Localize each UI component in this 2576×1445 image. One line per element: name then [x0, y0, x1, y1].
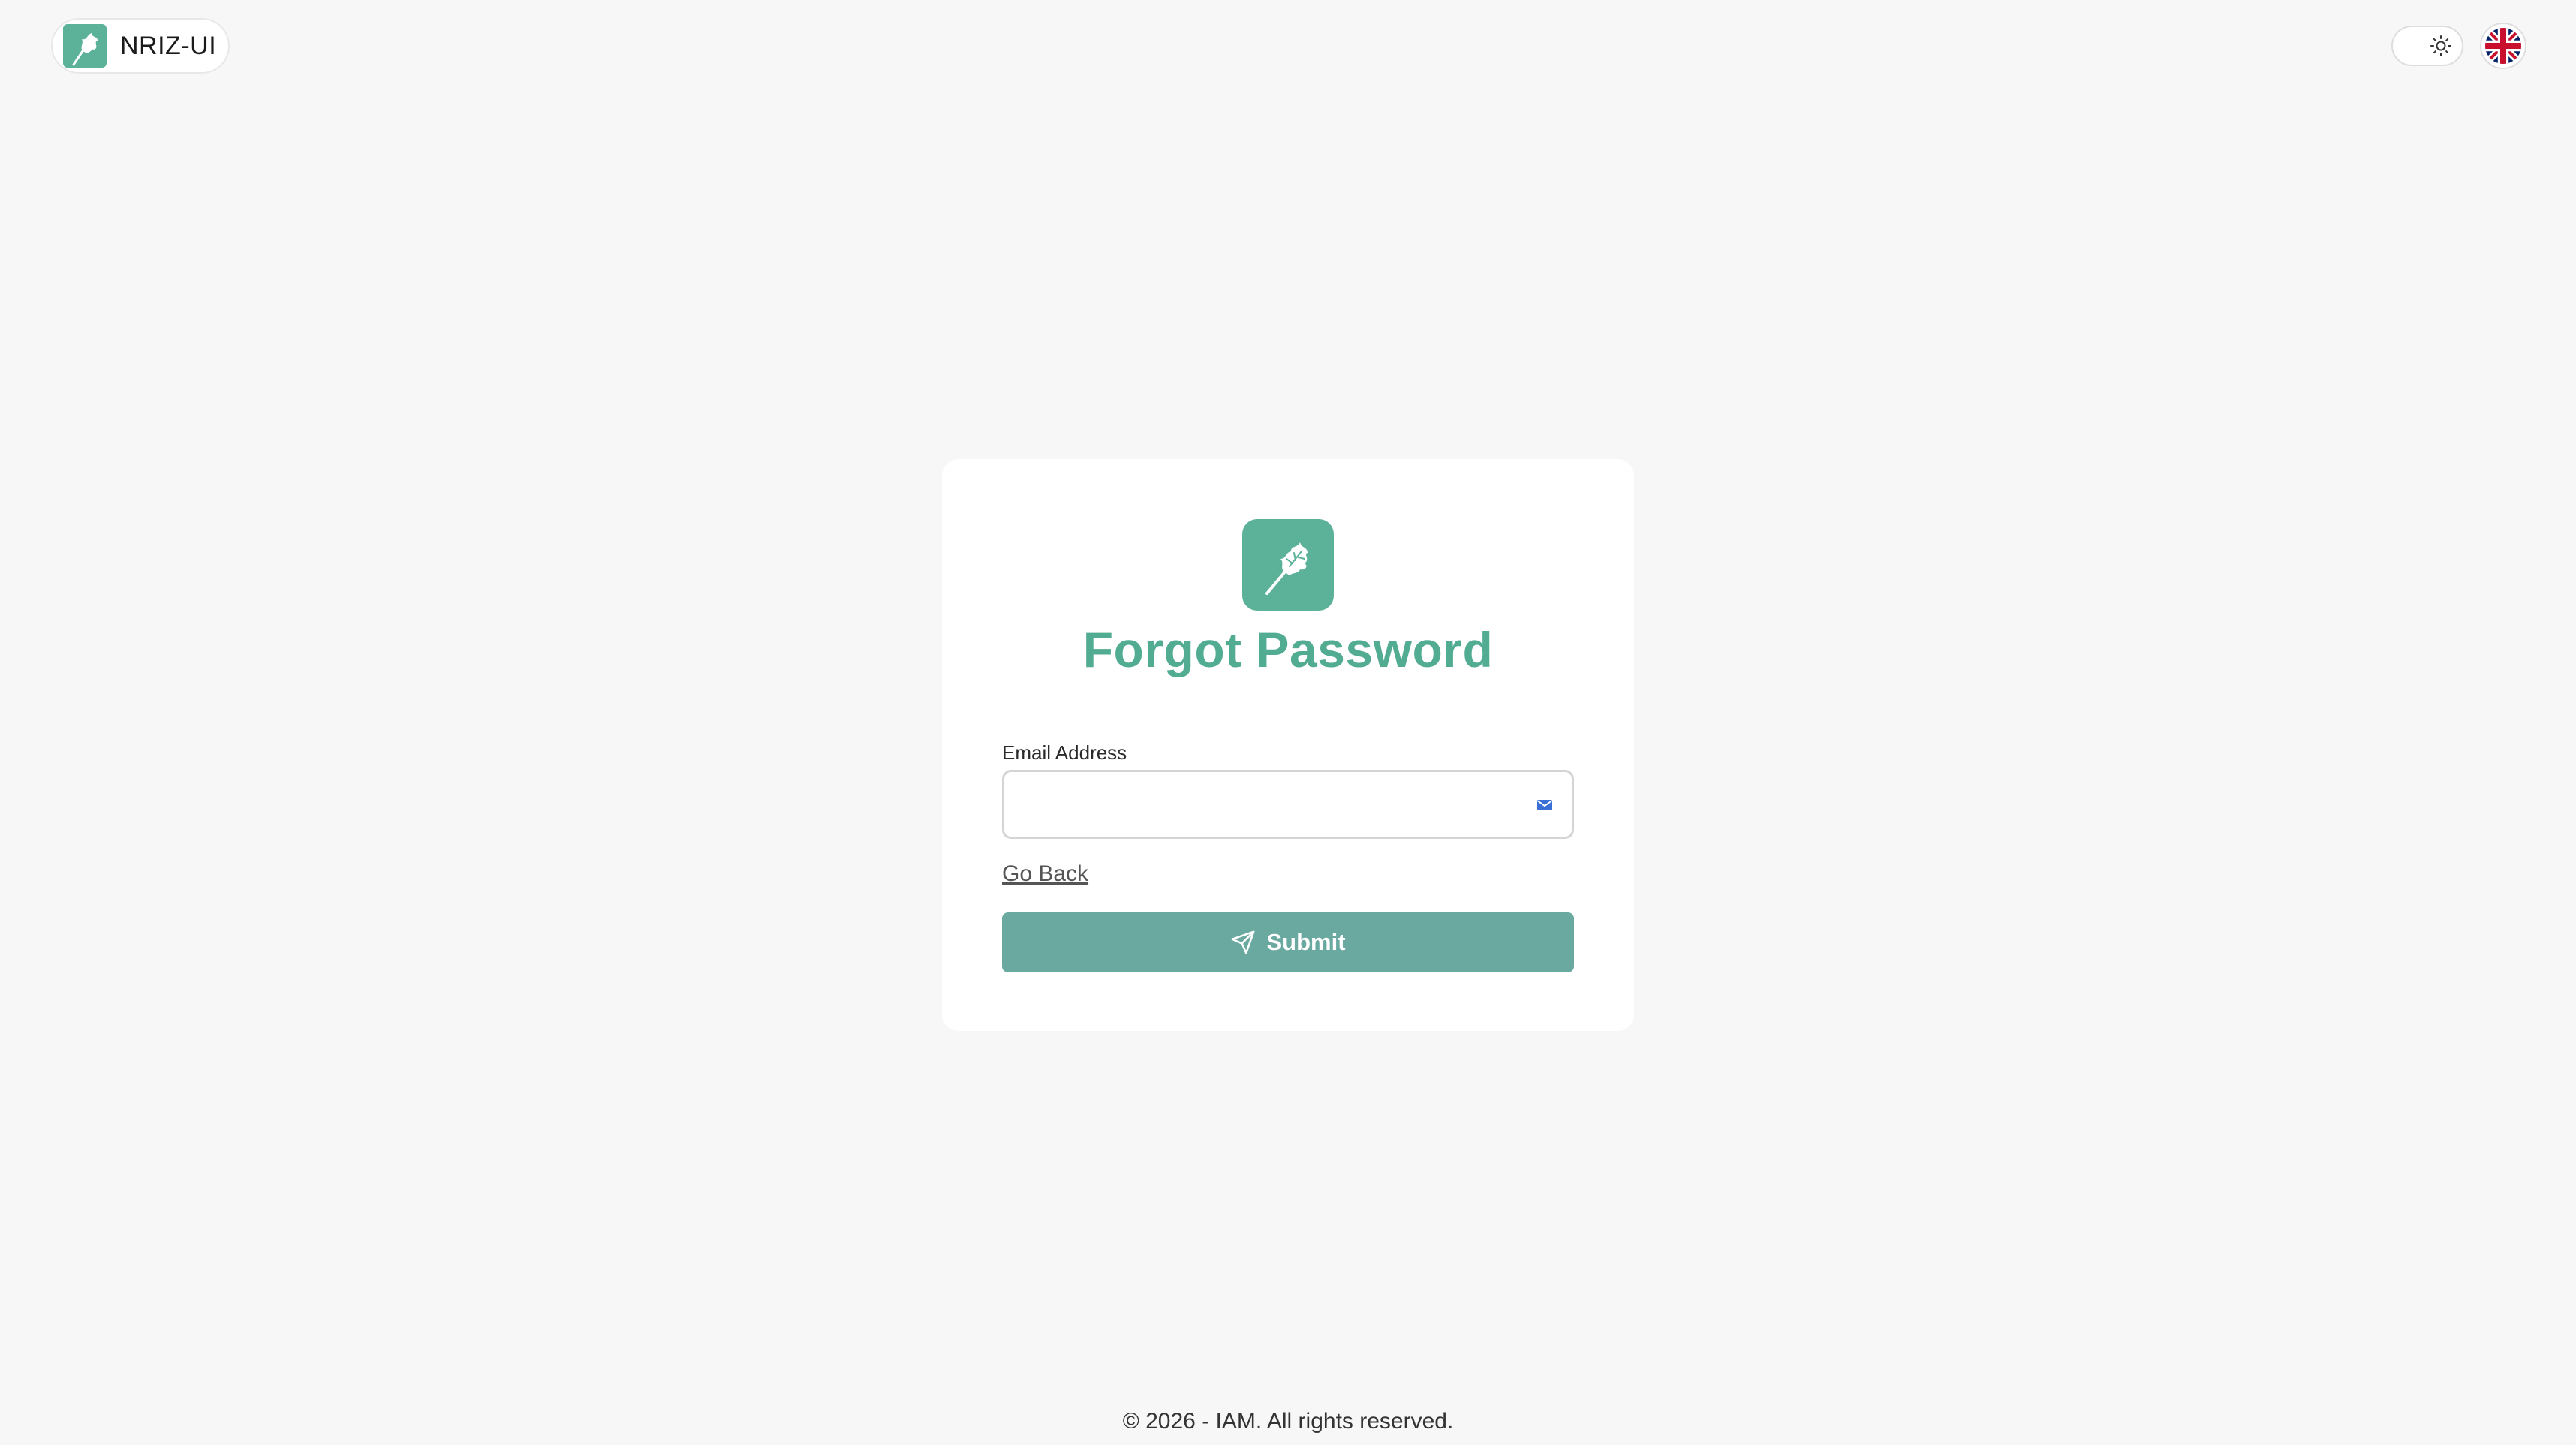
brand-home-link[interactable]: NRIZ-UI [51, 18, 230, 74]
paper-plane-icon [1232, 930, 1255, 954]
email-label: Email Address [1002, 741, 1127, 764]
theme-toggle[interactable] [2391, 26, 2463, 66]
oak-leaf-icon [1242, 519, 1334, 611]
go-back-link[interactable]: Go Back [1002, 861, 1088, 887]
submit-label: Submit [1266, 929, 1346, 955]
email-field[interactable] [1004, 772, 1572, 837]
email-field-container [1002, 770, 1574, 839]
envelope-icon [1537, 800, 1552, 810]
language-switcher[interactable] [2480, 23, 2526, 69]
submit-button[interactable]: Submit [1002, 912, 1574, 972]
uk-flag-icon [2485, 28, 2521, 64]
footer-copyright: © 2026 - IAM. All rights reserved. [1122, 1409, 1454, 1434]
oak-leaf-icon [63, 24, 107, 68]
page: NRIZ-UI Forgot Password Email Address Go… [0, 0, 2576, 1445]
forgot-password-card: Forgot Password Email Address Go Back Su… [942, 459, 1634, 1031]
sun-icon [2426, 31, 2456, 61]
brand-name: NRIZ-UI [120, 31, 217, 60]
page-title: Forgot Password [1082, 622, 1494, 677]
